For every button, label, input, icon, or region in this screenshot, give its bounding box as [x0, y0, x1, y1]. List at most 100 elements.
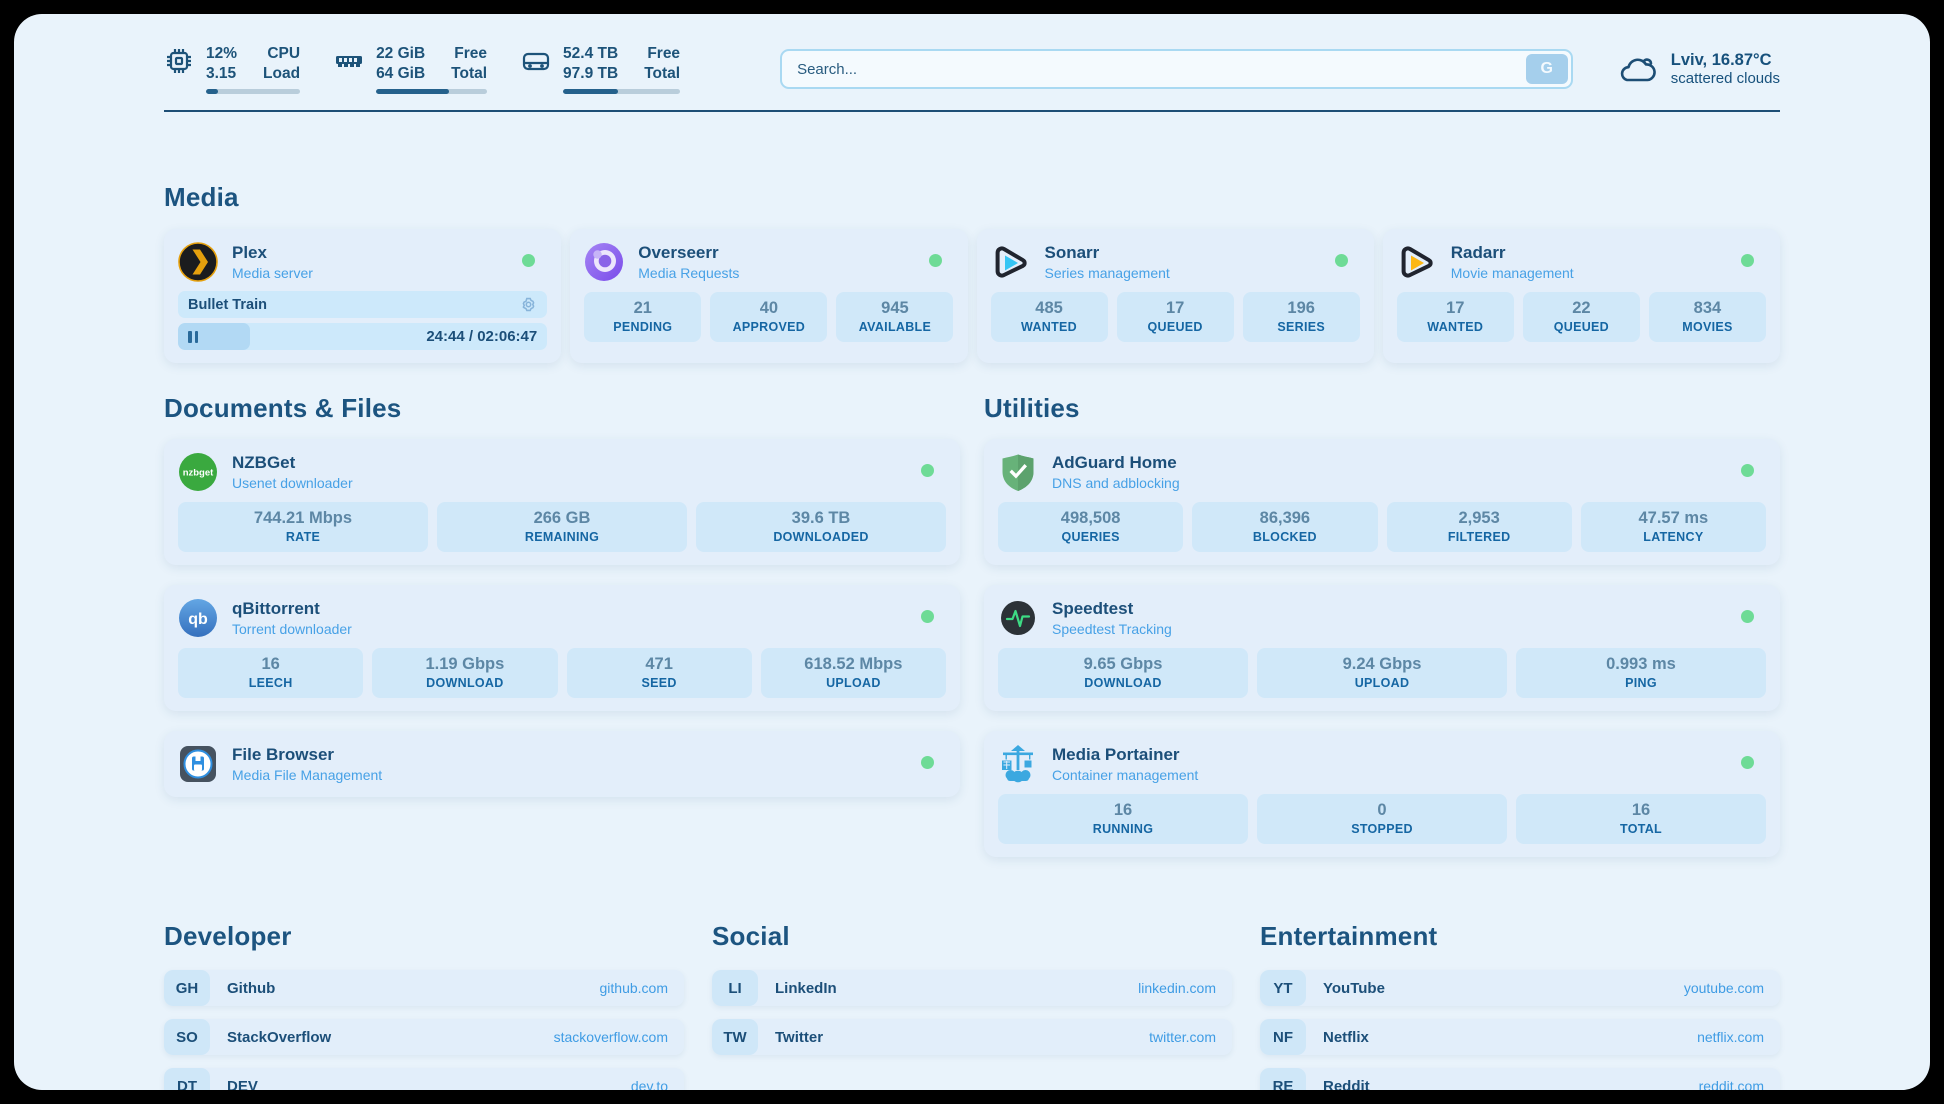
app-name: NZBGet: [232, 453, 353, 473]
status-online-dot: [1741, 610, 1754, 623]
bookmark-url[interactable]: twitter.com: [1149, 1019, 1232, 1055]
stat-tile: 834 MOVIES: [1649, 292, 1766, 342]
app-description: Media Requests: [638, 265, 739, 281]
stat-tile: 485 WANTED: [991, 292, 1108, 342]
disk-stat: 52.4 TB 97.9 TB Free Total: [521, 44, 680, 94]
app-description: Torrent downloader: [232, 621, 352, 637]
card-portainer[interactable]: Media Portainer Container management 16 …: [984, 731, 1780, 857]
bookmark-abbr: YT: [1260, 970, 1306, 1006]
bookmark-name: Netflix: [1306, 1019, 1697, 1055]
app-name: Sonarr: [1045, 243, 1170, 263]
stat-tile: 498,508 QUERIES: [998, 502, 1183, 552]
app-name: Speedtest: [1052, 599, 1172, 619]
bookmark-abbr: TW: [712, 1019, 758, 1055]
bookmark-column-developer: Developer GH Github github.com SO StackO…: [164, 921, 684, 1090]
disk-values: 52.4 TB 97.9 TB: [563, 44, 618, 84]
stat-tile: 16 TOTAL: [1516, 794, 1766, 844]
status-online-dot: [921, 464, 934, 477]
disk-icon: [521, 46, 551, 76]
status-online-dot: [1741, 464, 1754, 477]
radarr-icon: [1397, 242, 1437, 282]
bookmark-youtube[interactable]: YT YouTube youtube.com: [1260, 970, 1780, 1006]
filebrowser-icon: [178, 744, 218, 784]
card-nzbget[interactable]: nzbget NZBGet Usenet downloader 744.21 M…: [164, 439, 960, 565]
pause-icon[interactable]: [188, 331, 198, 343]
cpu-icon: [164, 46, 194, 76]
app-description: Usenet downloader: [232, 475, 353, 491]
app-name: Media Portainer: [1052, 745, 1198, 765]
playback-time: 24:44 / 02:06:47: [198, 328, 537, 345]
cloud-icon: [1617, 52, 1657, 86]
plex-now-playing: Bullet Train 24:44 / 02:06:47: [178, 291, 547, 350]
bookmark-dev[interactable]: DT DEV dev.to: [164, 1068, 684, 1090]
google-search-button[interactable]: G: [1526, 54, 1568, 84]
card-qbittorrent[interactable]: qb qBittorrent Torrent downloader 16 LEE…: [164, 585, 960, 711]
stat-tile: 196 SERIES: [1243, 292, 1360, 342]
bookmark-github[interactable]: GH Github github.com: [164, 970, 684, 1006]
bookmark-url[interactable]: linkedin.com: [1138, 970, 1232, 1006]
status-online-dot: [522, 254, 535, 267]
card-plex[interactable]: Plex Media server Bullet Train: [164, 229, 561, 363]
disk-labels: Free Total: [644, 44, 680, 84]
disk-total: 97.9 TB: [563, 64, 618, 84]
card-filebrowser[interactable]: File Browser Media File Management: [164, 731, 960, 797]
bookmark-stackoverflow[interactable]: SO StackOverflow stackoverflow.com: [164, 1019, 684, 1055]
bookmark-abbr: LI: [712, 970, 758, 1006]
ram-labels: Free Total: [451, 44, 487, 84]
search-input[interactable]: [785, 61, 1526, 78]
app-name: Overseerr: [638, 243, 739, 263]
portainer-icon: [998, 744, 1038, 784]
weather-condition: scattered clouds: [1671, 70, 1780, 87]
status-online-dot: [1335, 254, 1348, 267]
settings-icon[interactable]: [520, 296, 537, 313]
bookmark-name: Twitter: [758, 1019, 1149, 1055]
stat-tile: 22 QUEUED: [1523, 292, 1640, 342]
bookmark-linkedin[interactable]: LI LinkedIn linkedin.com: [712, 970, 1232, 1006]
bookmark-url[interactable]: github.com: [600, 970, 684, 1006]
stat-tile: 17 WANTED: [1397, 292, 1514, 342]
bookmark-url[interactable]: netflix.com: [1697, 1019, 1780, 1055]
stat-tile: 40 APPROVED: [710, 292, 827, 342]
now-playing-progress-row[interactable]: 24:44 / 02:06:47: [178, 323, 547, 350]
app-description: DNS and adblocking: [1052, 475, 1180, 491]
bookmark-url[interactable]: reddit.com: [1699, 1068, 1780, 1090]
weather-location-temp: Lviv, 16.87°C: [1671, 51, 1780, 70]
top-bar: 12% 3.15 CPU Load: [164, 44, 1780, 94]
section-title-media: Media: [164, 182, 1780, 213]
stat-tile: 2,953 FILTERED: [1387, 502, 1572, 552]
dashboard-page: 12% 3.15 CPU Load: [14, 14, 1930, 1090]
bookmark-name: DEV: [210, 1068, 631, 1090]
ram-progress-bar: [376, 89, 487, 94]
bookmark-url[interactable]: dev.to: [631, 1068, 684, 1090]
bookmark-netflix[interactable]: NF Netflix netflix.com: [1260, 1019, 1780, 1055]
stat-tile: 1.19 Gbps DOWNLOAD: [372, 648, 557, 698]
bookmark-reddit[interactable]: RE Reddit reddit.com: [1260, 1068, 1780, 1090]
media-card-grid: Plex Media server Bullet Train: [164, 229, 1780, 363]
bookmark-url[interactable]: youtube.com: [1684, 970, 1780, 1006]
card-adguard[interactable]: AdGuard Home DNS and adblocking 498,508 …: [984, 439, 1780, 565]
bookmark-abbr: RE: [1260, 1068, 1306, 1090]
app-description: Speedtest Tracking: [1052, 621, 1172, 637]
ram-stat: 22 GiB 64 GiB Free Total: [334, 44, 487, 94]
bookmark-url[interactable]: stackoverflow.com: [554, 1019, 684, 1055]
app-name: Radarr: [1451, 243, 1574, 263]
bookmark-column-entertainment: Entertainment YT YouTube youtube.com NF …: [1260, 921, 1780, 1090]
section-title-utilities: Utilities: [984, 393, 1780, 424]
bookmark-twitter[interactable]: TW Twitter twitter.com: [712, 1019, 1232, 1055]
stat-tile: 0.993 ms PING: [1516, 648, 1766, 698]
card-speedtest[interactable]: Speedtest Speedtest Tracking 9.65 Gbps D…: [984, 585, 1780, 711]
ram-free: 22 GiB: [376, 44, 425, 64]
search-bar[interactable]: G: [780, 49, 1573, 89]
stat-tile: 17 QUEUED: [1117, 292, 1234, 342]
app-description: Series management: [1045, 265, 1170, 281]
bookmark-column-social: Social LI LinkedIn linkedin.com TW Twitt…: [712, 921, 1232, 1090]
cpu-values: 12% 3.15: [206, 44, 237, 84]
card-overseerr[interactable]: Overseerr Media Requests 21 PENDING 40 A…: [570, 229, 967, 363]
section-title-documents: Documents & Files: [164, 393, 960, 424]
cpu-labels: CPU Load: [263, 44, 300, 84]
section-title-developer: Developer: [164, 921, 684, 952]
ram-icon: [334, 46, 364, 76]
card-radarr[interactable]: Radarr Movie management 17 WANTED 22 QUE…: [1383, 229, 1780, 363]
bookmark-name: StackOverflow: [210, 1019, 554, 1055]
card-sonarr[interactable]: Sonarr Series management 485 WANTED 17 Q…: [977, 229, 1374, 363]
